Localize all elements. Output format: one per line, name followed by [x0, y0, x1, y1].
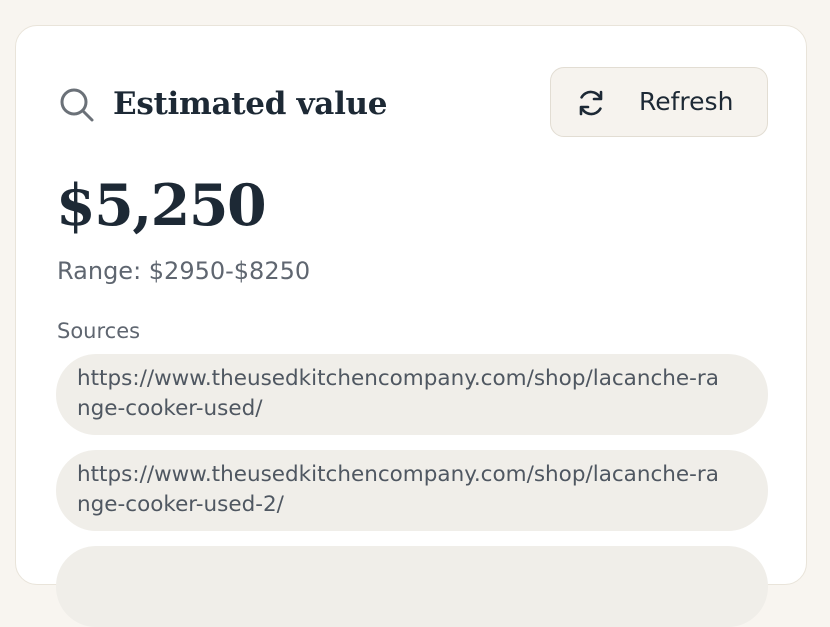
refresh-button-label: Refresh — [639, 87, 734, 116]
estimated-price: $5,250 — [56, 172, 267, 239]
source-link[interactable] — [56, 546, 768, 627]
sources-label: Sources — [57, 319, 141, 343]
refresh-icon — [579, 90, 603, 116]
price-range: Range: $2950-$8250 — [57, 257, 311, 285]
source-link[interactable]: https://www.theusedkitchencompany.com/sh… — [56, 354, 768, 435]
refresh-button[interactable]: Refresh — [550, 67, 768, 137]
card-title: Estimated value — [113, 86, 388, 122]
estimated-value-card: Estimated value Refresh $5,250 Range: $2… — [15, 25, 807, 627]
search-icon — [60, 88, 94, 122]
source-link[interactable]: https://www.theusedkitchencompany.com/sh… — [56, 450, 768, 531]
